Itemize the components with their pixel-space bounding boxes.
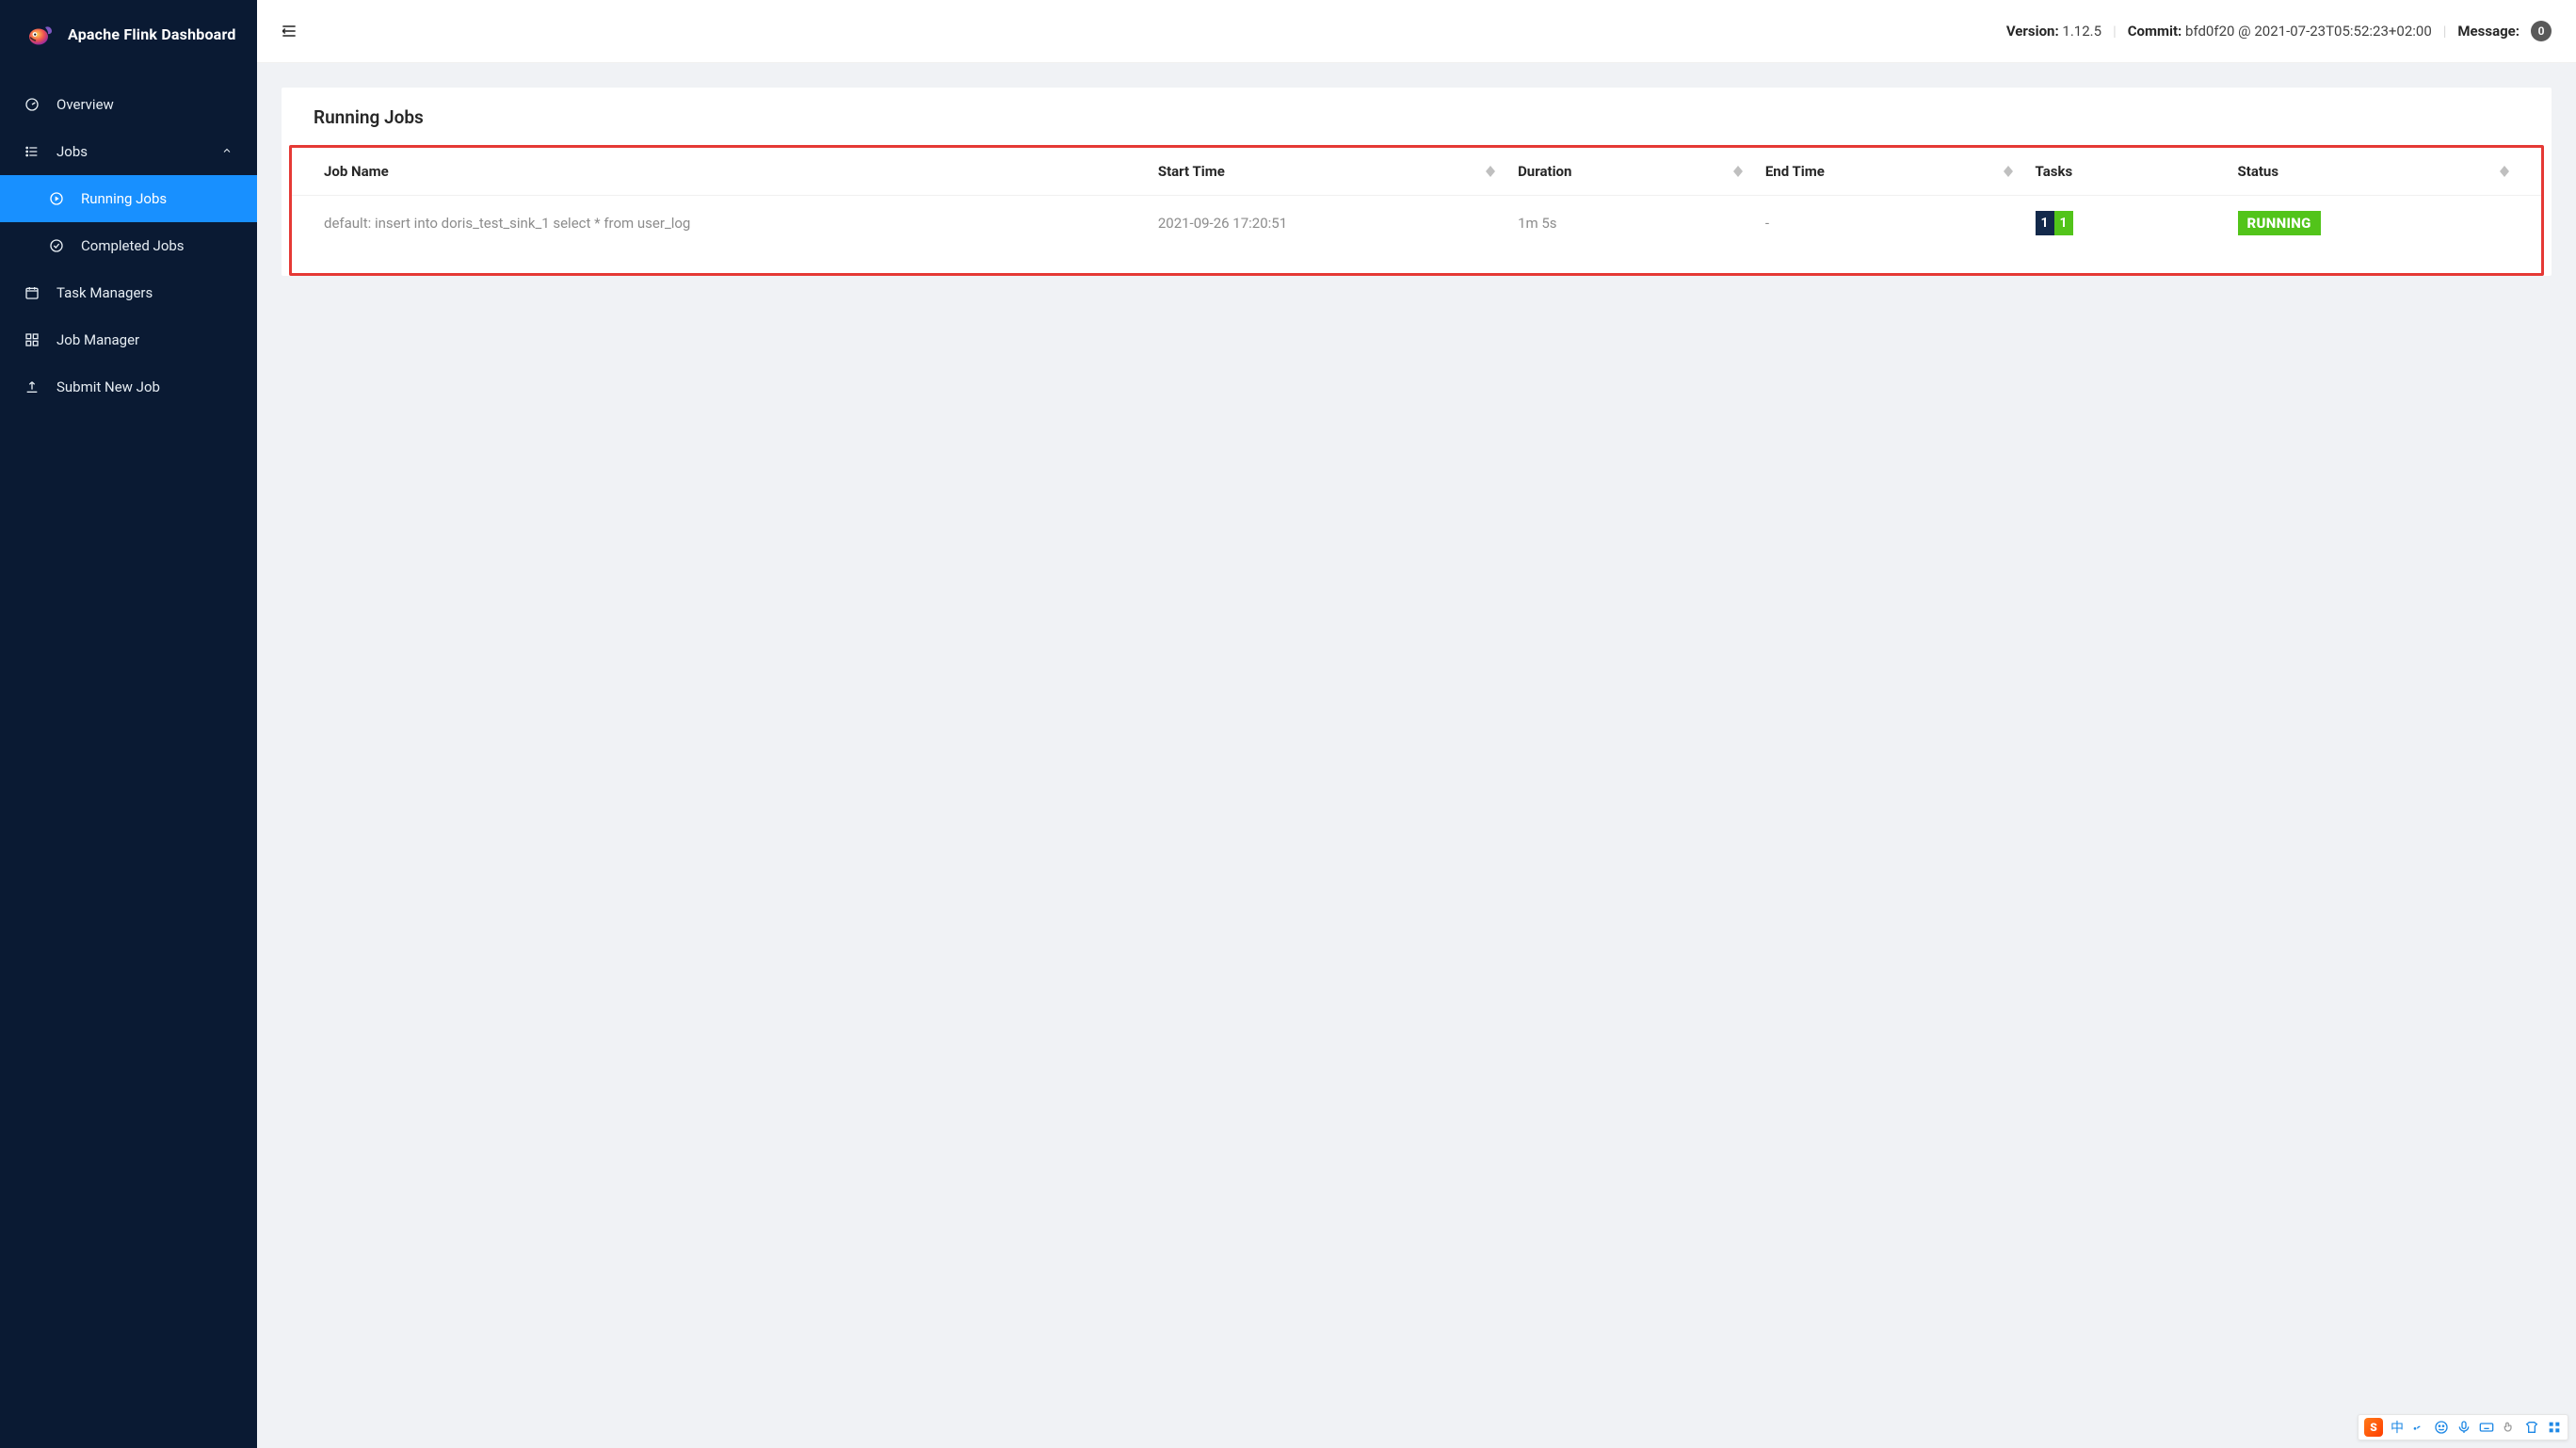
topbar: Version: 1.12.5 | Commit: bfd0f20 @ 2021… [257, 0, 2576, 63]
version-value: 1.12.5 [2062, 23, 2101, 40]
col-tasks[interactable]: Tasks [2024, 148, 2227, 196]
flink-logo-icon [24, 19, 55, 49]
list-icon [24, 144, 40, 159]
col-job-name[interactable]: Job Name [292, 148, 1147, 196]
message-label: Message: [2457, 23, 2520, 40]
play-circle-icon [49, 191, 64, 206]
ime-hand-icon[interactable] [2502, 1420, 2517, 1435]
message-count-badge[interactable]: 0 [2531, 21, 2552, 41]
cell-job-name: default: insert into doris_test_sink_1 s… [292, 196, 1147, 251]
dashboard-icon [24, 97, 40, 112]
collapse-sidebar-button[interactable] [278, 20, 300, 42]
cell-start-time: 2021-09-26 17:20:51 [1147, 196, 1506, 251]
table-row[interactable]: default: insert into doris_test_sink_1 s… [292, 196, 2541, 251]
jobs-table: Job Name Start Time [292, 148, 2541, 250]
brand: Apache Flink Dashboard [0, 0, 257, 68]
sidebar-item-label: Completed Jobs [81, 237, 185, 254]
sogou-logo-icon[interactable]: S [2364, 1418, 2383, 1437]
upload-icon [24, 379, 40, 394]
sidebar-item-jobs[interactable]: Jobs [0, 128, 257, 175]
running-jobs-card: Running Jobs Job Name Start Time [282, 88, 2552, 276]
sidebar-item-running-jobs[interactable]: Running Jobs [0, 175, 257, 222]
ime-keyboard-icon[interactable] [2479, 1420, 2494, 1435]
sidebar-item-label: Jobs [56, 143, 88, 160]
col-label: Status [2238, 163, 2279, 180]
cell-tasks: 1 1 [2024, 196, 2227, 251]
tasks-badge: 1 1 [2036, 211, 2073, 235]
ime-apps-icon[interactable] [2547, 1420, 2562, 1435]
tasks-running: 1 [2054, 211, 2073, 235]
cell-duration: 1m 5s [1506, 196, 1754, 251]
sort-icon[interactable] [2500, 166, 2509, 177]
sidebar-item-label: Job Manager [56, 331, 139, 348]
sidebar-item-job-manager[interactable]: Job Manager [0, 316, 257, 363]
calendar-icon [24, 285, 40, 300]
sidebar-submenu-jobs: Running Jobs Completed Jobs [0, 175, 257, 269]
cell-status: RUNNING [2227, 196, 2541, 251]
col-start-time[interactable]: Start Time [1147, 148, 1506, 196]
sidebar: Apache Flink Dashboard Overview Jobs [0, 0, 257, 1448]
sidebar-item-task-managers[interactable]: Task Managers [0, 269, 257, 316]
sidebar-menu: Overview Jobs Running Jobs [0, 68, 257, 410]
col-label: Tasks [2036, 163, 2073, 180]
ime-toolbar[interactable]: S 中 [2358, 1414, 2568, 1440]
sidebar-item-label: Submit New Job [56, 378, 160, 395]
ime-emoji-icon[interactable] [2434, 1420, 2449, 1435]
col-duration[interactable]: Duration [1506, 148, 1754, 196]
check-circle-icon [49, 238, 64, 253]
brand-title: Apache Flink Dashboard [68, 25, 236, 43]
tasks-total: 1 [2036, 211, 2054, 235]
col-label: Job Name [324, 163, 389, 180]
sort-icon[interactable] [1733, 166, 1743, 177]
commit-label: Commit: [2128, 23, 2182, 40]
sort-icon[interactable] [2004, 166, 2013, 177]
col-status[interactable]: Status [2227, 148, 2541, 196]
grid-icon [24, 332, 40, 347]
sidebar-item-label: Task Managers [56, 284, 153, 301]
chevron-up-icon [221, 143, 233, 160]
commit-value: bfd0f20 @ 2021-07-23T05:52:23+02:00 [2185, 23, 2432, 40]
topbar-meta: Version: 1.12.5 | Commit: bfd0f20 @ 2021… [2006, 21, 2552, 41]
highlight-box: Job Name Start Time [289, 145, 2544, 276]
col-label: Duration [1518, 163, 1571, 180]
separator: | [2113, 23, 2117, 40]
sort-icon[interactable] [1486, 166, 1495, 177]
card-head: Running Jobs [282, 88, 2552, 141]
separator: | [2443, 23, 2447, 40]
col-end-time[interactable]: End Time [1754, 148, 2024, 196]
status-badge: RUNNING [2238, 211, 2321, 235]
main: Version: 1.12.5 | Commit: bfd0f20 @ 2021… [257, 0, 2576, 1448]
ime-shirt-icon[interactable] [2524, 1420, 2539, 1435]
sidebar-item-completed-jobs[interactable]: Completed Jobs [0, 222, 257, 269]
sidebar-item-overview[interactable]: Overview [0, 81, 257, 128]
col-label: End Time [1765, 163, 1825, 180]
page-title: Running Jobs [314, 106, 2520, 128]
sidebar-item-label: Running Jobs [81, 190, 167, 207]
cell-end-time: - [1754, 196, 2024, 251]
ime-lang[interactable]: 中 [2391, 1418, 2404, 1437]
sidebar-item-label: Overview [56, 96, 114, 113]
ime-mic-icon[interactable] [2456, 1420, 2471, 1435]
ime-punct-icon[interactable] [2411, 1420, 2426, 1435]
col-label: Start Time [1158, 163, 1225, 180]
sidebar-item-submit-new-job[interactable]: Submit New Job [0, 363, 257, 410]
version-label: Version: [2006, 23, 2059, 40]
content: Running Jobs Job Name Start Time [257, 63, 2576, 315]
